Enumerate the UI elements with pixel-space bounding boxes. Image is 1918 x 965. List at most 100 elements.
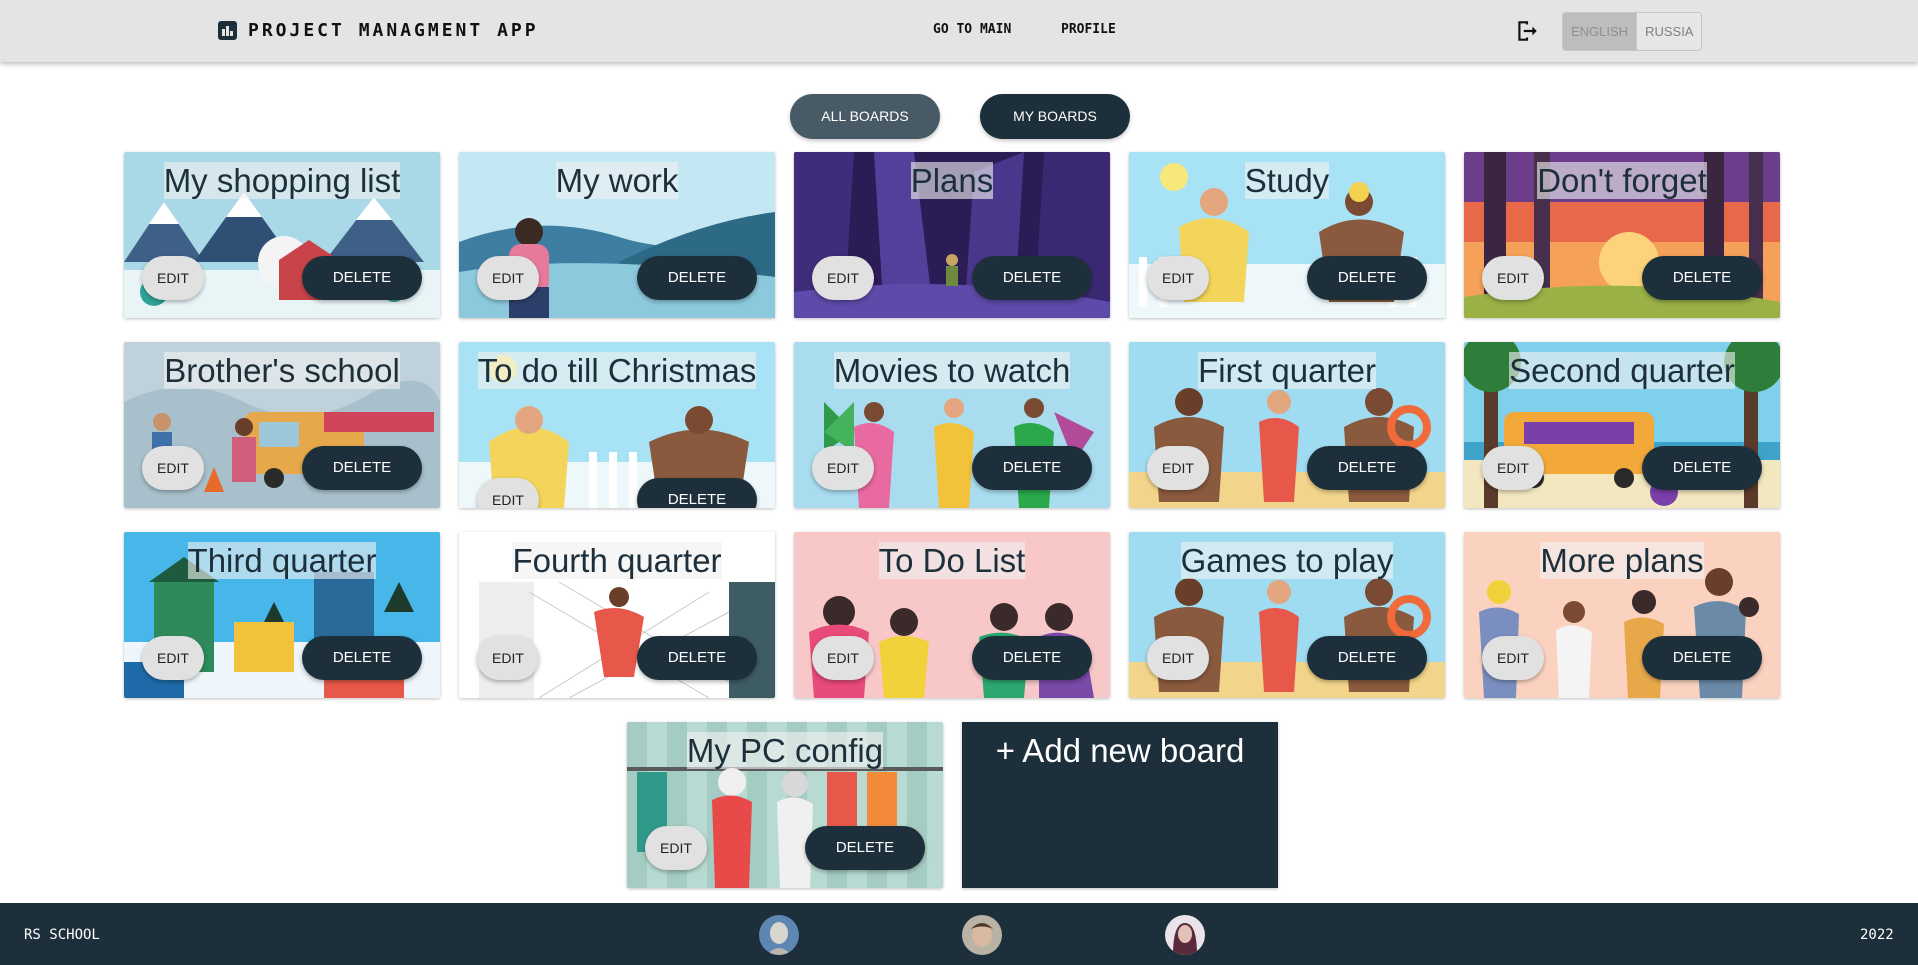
delete-board-button[interactable]: DELETE — [972, 636, 1092, 680]
board-title: Fourth quarter — [459, 540, 775, 581]
nav-go-to-main[interactable]: GO TO MAIN — [933, 22, 1011, 37]
logout-icon[interactable] — [1514, 18, 1540, 44]
delete-board-button[interactable]: DELETE — [1307, 446, 1427, 490]
delete-board-button[interactable]: DELETE — [1642, 446, 1762, 490]
board-title: My PC config — [627, 730, 943, 771]
edit-board-button[interactable]: EDIT — [1482, 636, 1544, 680]
board-title: More plans — [1464, 540, 1780, 581]
board-title-text: First quarter — [1198, 352, 1376, 389]
language-switch: ENGLISH RUSSIA — [1562, 12, 1703, 51]
developer-avatar-1[interactable] — [759, 915, 799, 955]
board-title-text: Third quarter — [187, 542, 377, 579]
board-card[interactable]: My PC config EDIT DELETE — [627, 722, 943, 888]
board-title: Movies to watch — [794, 350, 1110, 391]
delete-board-button[interactable]: DELETE — [637, 256, 757, 300]
edit-board-button[interactable]: EDIT — [1147, 446, 1209, 490]
board-title-text: Movies to watch — [833, 352, 1071, 389]
board-title: Third quarter — [124, 540, 440, 581]
board-card[interactable]: Brother's school EDIT DELETE — [124, 342, 440, 508]
edit-board-button[interactable]: EDIT — [142, 446, 204, 490]
board-title: Second quarter — [1464, 350, 1780, 391]
board-title-text: Games to play — [1180, 542, 1394, 579]
lang-russia-button[interactable]: RUSSIA — [1636, 13, 1702, 50]
lang-english-button[interactable]: ENGLISH — [1563, 13, 1637, 50]
delete-board-button[interactable]: DELETE — [805, 826, 925, 870]
delete-board-button[interactable]: DELETE — [1307, 636, 1427, 680]
app-footer: RS SCHOOL 2022 — [0, 903, 1918, 965]
edit-board-button[interactable]: EDIT — [812, 256, 874, 300]
board-card[interactable]: Plans EDIT DELETE — [794, 152, 1110, 318]
board-card[interactable]: Movies to watch EDIT DELETE — [794, 342, 1110, 508]
add-new-board-button[interactable]: + Add new board — [962, 722, 1278, 888]
edit-board-button[interactable]: EDIT — [477, 256, 539, 300]
board-title: Don't forget — [1464, 160, 1780, 201]
delete-board-button[interactable]: DELETE — [302, 636, 422, 680]
board-title: My work — [459, 160, 775, 201]
board-title: Plans — [794, 160, 1110, 201]
edit-board-button[interactable]: EDIT — [1147, 256, 1209, 300]
board-card[interactable]: Fourth quarter EDIT DELETE — [459, 532, 775, 698]
footer-year: 2022 — [1860, 927, 1894, 943]
board-card[interactable]: First quarter EDIT DELETE — [1129, 342, 1445, 508]
board-title-text: More plans — [1540, 542, 1704, 579]
board-card[interactable]: Study EDIT DELETE — [1129, 152, 1445, 318]
board-card[interactable]: My shopping list EDIT DELETE — [124, 152, 440, 318]
board-title: To Do List — [794, 540, 1110, 581]
board-title-text: My PC config — [686, 732, 884, 769]
edit-board-button[interactable]: EDIT — [477, 478, 539, 508]
board-title-text: To do till Christmas — [477, 352, 757, 389]
nav-profile[interactable]: PROFILE — [1061, 22, 1116, 37]
edit-board-button[interactable]: EDIT — [1482, 256, 1544, 300]
board-card[interactable]: Games to play EDIT DELETE — [1129, 532, 1445, 698]
edit-board-button[interactable]: EDIT — [477, 636, 539, 680]
edit-board-button[interactable]: EDIT — [812, 636, 874, 680]
add-new-board-label: + Add new board — [995, 732, 1245, 769]
board-title: Games to play — [1129, 540, 1445, 581]
delete-board-button[interactable]: DELETE — [302, 256, 422, 300]
board-title: Brother's school — [124, 350, 440, 391]
chart-bars-icon — [218, 21, 237, 40]
board-card[interactable]: My work EDIT DELETE — [459, 152, 775, 318]
developer-avatar-2[interactable] — [962, 915, 1002, 955]
delete-board-button[interactable]: DELETE — [972, 256, 1092, 300]
edit-board-button[interactable]: EDIT — [812, 446, 874, 490]
footer-school-link[interactable]: RS SCHOOL — [24, 927, 100, 943]
delete-board-button[interactable]: DELETE — [302, 446, 422, 490]
my-boards-button[interactable]: MY BOARDS — [980, 94, 1130, 139]
board-title-text: Plans — [910, 162, 994, 199]
board-title: Study — [1129, 160, 1445, 201]
board-card[interactable]: Third quarter EDIT DELETE — [124, 532, 440, 698]
board-title: First quarter — [1129, 350, 1445, 391]
delete-board-button[interactable]: DELETE — [637, 478, 757, 508]
board-title-text: Second quarter — [1509, 352, 1735, 389]
app-logo[interactable]: PROJECT MANAGMENT APP — [218, 20, 539, 41]
edit-board-button[interactable]: EDIT — [142, 636, 204, 680]
board-title: My shopping list — [124, 160, 440, 201]
board-title-text: Don't forget — [1537, 162, 1707, 199]
all-boards-button[interactable]: ALL BOARDS — [790, 94, 940, 139]
edit-board-button[interactable]: EDIT — [1147, 636, 1209, 680]
app-title: PROJECT MANAGMENT APP — [248, 20, 539, 41]
board-title-text: Study — [1244, 162, 1330, 199]
board-title-text: My shopping list — [163, 162, 401, 199]
board-card[interactable]: More plans EDIT DELETE — [1464, 532, 1780, 698]
delete-board-button[interactable]: DELETE — [1307, 256, 1427, 300]
edit-board-button[interactable]: EDIT — [142, 256, 204, 300]
delete-board-button[interactable]: DELETE — [637, 636, 757, 680]
board-title-text: Brother's school — [164, 352, 400, 389]
delete-board-button[interactable]: DELETE — [1642, 636, 1762, 680]
board-title-text: Fourth quarter — [512, 542, 722, 579]
delete-board-button[interactable]: DELETE — [972, 446, 1092, 490]
board-card[interactable]: To Do List EDIT DELETE — [794, 532, 1110, 698]
app-header: PROJECT MANAGMENT APP GO TO MAIN PROFILE… — [0, 0, 1918, 62]
edit-board-button[interactable]: EDIT — [645, 826, 707, 870]
delete-board-button[interactable]: DELETE — [1642, 256, 1762, 300]
board-title: To do till Christmas — [459, 350, 775, 391]
developer-avatar-3[interactable] — [1165, 915, 1205, 955]
board-card[interactable]: To do till Christmas EDIT DELETE — [459, 342, 775, 508]
board-card[interactable]: Don't forget EDIT DELETE — [1464, 152, 1780, 318]
board-title-text: To Do List — [878, 542, 1026, 579]
board-card[interactable]: Second quarter EDIT DELETE — [1464, 342, 1780, 508]
board-title-text: My work — [555, 162, 679, 199]
edit-board-button[interactable]: EDIT — [1482, 446, 1544, 490]
